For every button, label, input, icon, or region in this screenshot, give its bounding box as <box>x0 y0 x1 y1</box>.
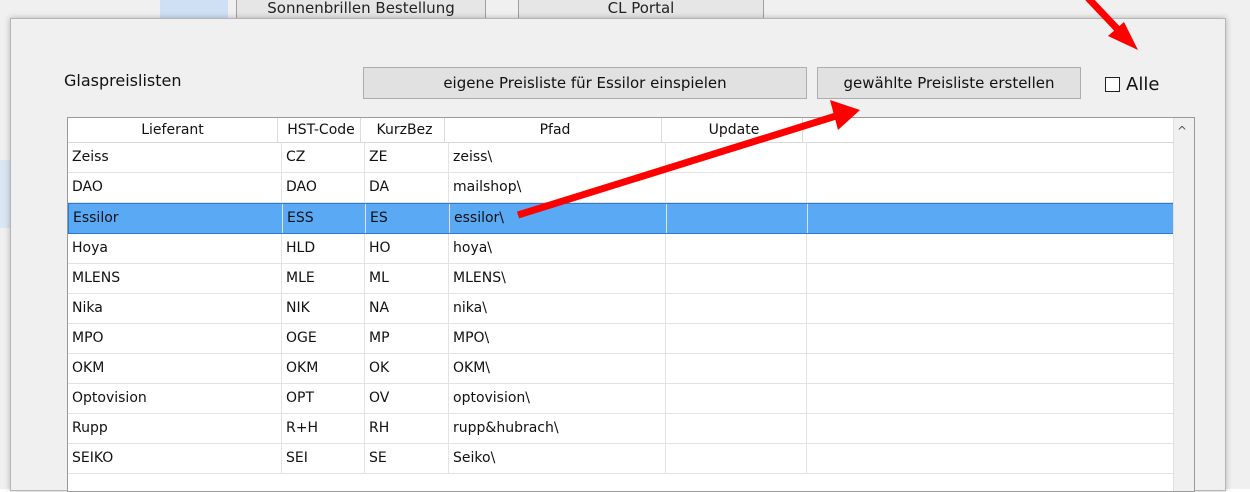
arrow-to-create-button <box>516 100 860 219</box>
arrow-to-alle-checkbox <box>1085 0 1138 50</box>
annotation-arrows <box>516 0 1138 219</box>
